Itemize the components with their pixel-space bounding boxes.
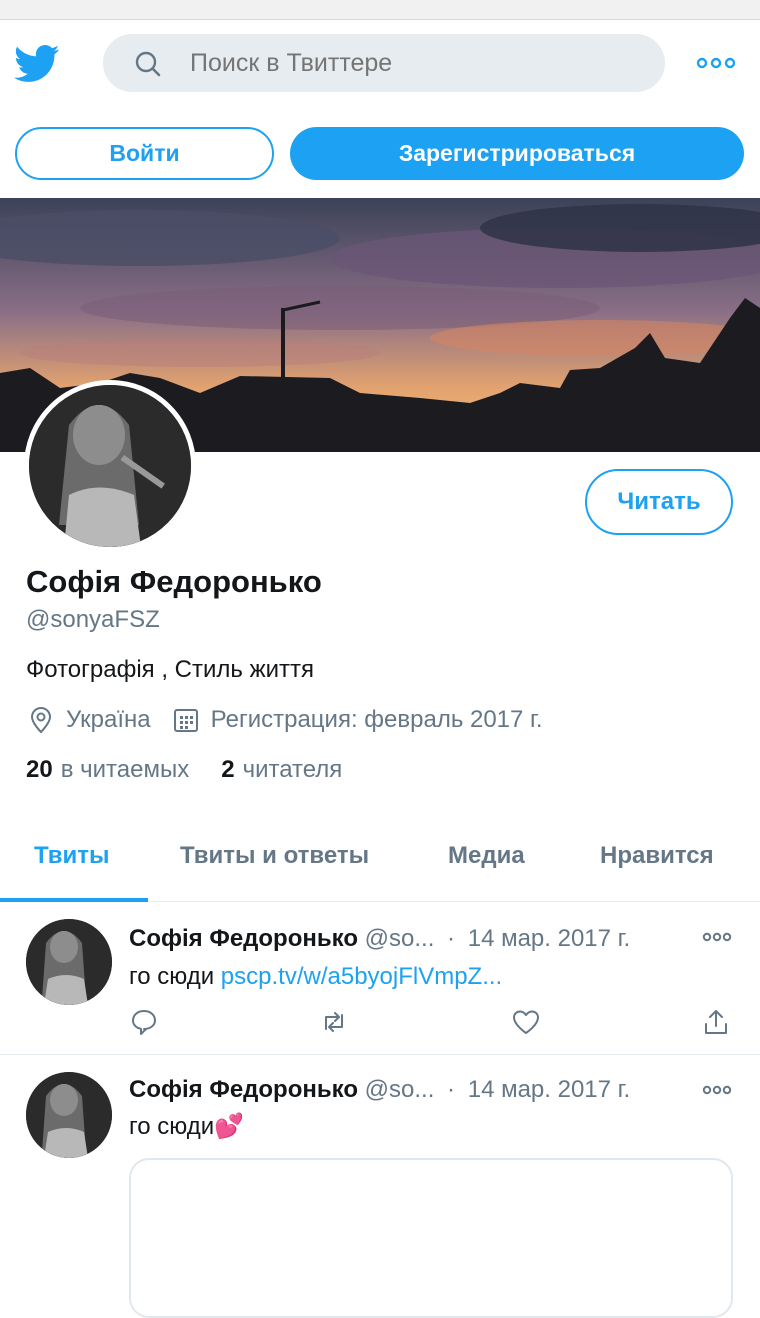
profile-display-name: Софія Федоронько (26, 564, 322, 599)
profile-bio: Фотографія , Стиль життя (26, 656, 315, 683)
location-pin-icon (30, 706, 52, 734)
tweet-header: Софія Федоронько @so... · 14 мар. 2017 г… (129, 1076, 630, 1104)
reply-icon[interactable] (129, 1007, 159, 1037)
profile-joined: Регистрация: февраль 2017 г. (210, 706, 543, 733)
tweet-actions (129, 1007, 733, 1039)
tweet-separator: · (447, 1076, 456, 1103)
tweet-body: го сюди (129, 1113, 215, 1140)
search-bar[interactable] (103, 34, 665, 92)
tweet-avatar[interactable] (26, 1072, 112, 1158)
top-bar (0, 20, 760, 108)
twitter-bird-icon[interactable] (14, 44, 60, 84)
tweet[interactable]: Софія Федоронько @so... · 14 мар. 2017 г… (0, 903, 760, 1055)
browser-top-strip (0, 0, 760, 20)
tweet-author-handle[interactable]: @so... (365, 1076, 435, 1103)
profile-location: Україна (66, 706, 151, 733)
tweet-link[interactable]: pscp.tv/w/a5byojFlVmpZ... (221, 963, 502, 990)
tab-likes[interactable]: Нравится (600, 818, 714, 898)
avatar-photo (29, 385, 191, 547)
tweet-text: го сюди pscp.tv/w/a5byojFlVmpZ... (129, 963, 502, 991)
active-tab-indicator (0, 898, 148, 902)
more-horizontal-icon[interactable] (696, 56, 736, 70)
retweet-icon[interactable] (319, 1007, 349, 1037)
tweet-body: го сюди (129, 963, 215, 990)
profile-counts: 20 в читаемых 2 читателя (26, 756, 342, 784)
tweet-separator: · (447, 925, 456, 952)
tweet-header: Софія Федоронько @so... · 14 мар. 2017 г… (129, 925, 630, 953)
follow-button[interactable]: Читать (585, 469, 733, 535)
tweet-date[interactable]: 14 мар. 2017 г. (468, 1076, 630, 1103)
tweet-author-name[interactable]: Софія Федоронько (129, 925, 358, 952)
tweet-text: го сюди💕 (129, 1112, 244, 1141)
calendar-icon (173, 709, 198, 732)
profile-handle: @sonyaFSZ (26, 606, 160, 633)
search-icon (135, 51, 161, 77)
tweet-author-handle[interactable]: @so... (365, 925, 435, 952)
followers-label: читателя (242, 756, 343, 783)
like-icon[interactable] (511, 1007, 541, 1037)
profile-tabs: Твиты Твиты и ответы Медиа Нравится (0, 818, 760, 902)
tweet-media-card[interactable] (129, 1158, 733, 1318)
two-hearts-emoji: 💕 (214, 1113, 245, 1140)
tweet-author-name[interactable]: Софія Федоронько (129, 1076, 358, 1103)
login-button[interactable]: Войти (15, 127, 274, 180)
tweet-date[interactable]: 14 мар. 2017 г. (468, 925, 630, 952)
tweet-more-icon[interactable] (702, 931, 732, 943)
tab-tweets[interactable]: Твиты (34, 818, 110, 898)
tweet-avatar[interactable] (26, 919, 112, 1005)
profile-meta: Україна Регистрация: февраль 2017 г. (26, 704, 543, 736)
search-input[interactable] (190, 34, 640, 92)
tweet-more-icon[interactable] (702, 1084, 732, 1096)
share-icon[interactable] (701, 1007, 731, 1037)
following-count: 20 (26, 756, 53, 783)
signup-button[interactable]: Зарегистрироваться (290, 127, 744, 180)
tab-media[interactable]: Медиа (448, 818, 525, 898)
following-label: в читаемых (60, 756, 190, 783)
followers-link[interactable]: 2 читателя (221, 756, 342, 784)
avatar-photo (26, 919, 112, 1005)
profile-avatar[interactable] (24, 380, 196, 552)
followers-count: 2 (221, 756, 235, 783)
following-link[interactable]: 20 в читаемых (26, 756, 189, 784)
tab-tweets-and-replies[interactable]: Твиты и ответы (180, 818, 369, 898)
avatar-photo (26, 1072, 112, 1158)
